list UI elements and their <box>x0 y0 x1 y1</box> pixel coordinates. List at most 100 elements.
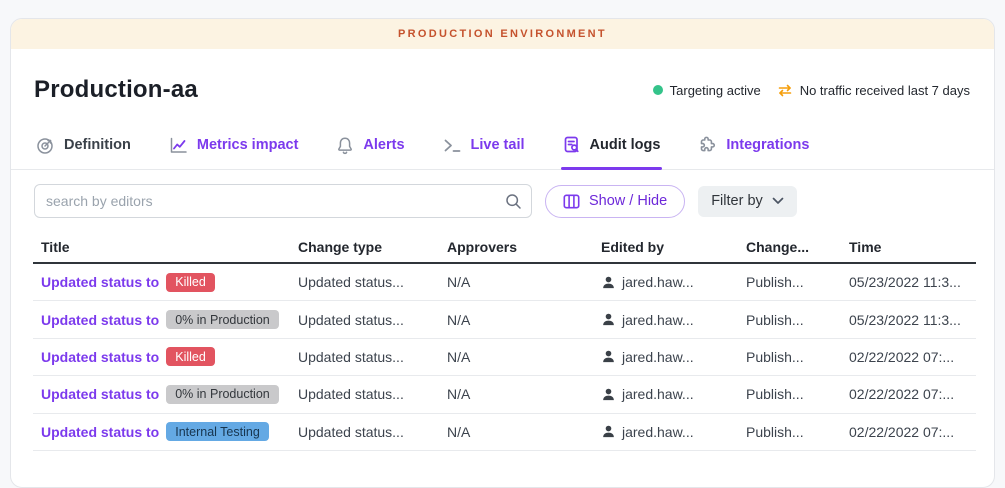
row-title-cell: Updated status to 0% in Production <box>33 385 290 404</box>
row-title-link[interactable]: Updated status to <box>41 424 159 440</box>
edited-by-cell: jared.haw... <box>593 312 738 328</box>
column-header-approvers: Approvers <box>439 239 593 255</box>
target-icon <box>36 136 55 155</box>
row-title-link[interactable]: Updated status to <box>41 386 159 402</box>
change-type-cell: Updated status... <box>290 424 439 440</box>
change-cell: Publish... <box>738 349 841 365</box>
edited-by-cell: jared.haw... <box>593 349 738 365</box>
time-cell: 02/22/2022 07:... <box>841 349 976 365</box>
status-badge: 0% in Production <box>166 385 279 404</box>
search-field <box>34 184 532 218</box>
search-icon <box>505 193 522 210</box>
change-type-cell: Updated status... <box>290 386 439 402</box>
status-badge: Killed <box>166 347 215 366</box>
green-status-dot-icon <box>653 85 663 95</box>
tab-integrations[interactable]: Integrations <box>696 133 811 169</box>
approvers-cell: N/A <box>439 386 593 402</box>
change-type-cell: Updated status... <box>290 349 439 365</box>
tab-audit-logs[interactable]: Audit logs <box>561 133 663 169</box>
terminal-icon <box>443 138 462 153</box>
chevron-down-icon <box>772 197 784 205</box>
show-hide-label: Show / Hide <box>589 193 667 209</box>
banner-label: PRODUCTION ENVIRONMENT <box>398 28 607 40</box>
tab-metrics-impact[interactable]: Metrics impact <box>167 133 301 169</box>
puzzle-icon <box>698 136 717 155</box>
targeting-status-label: Targeting active <box>670 83 761 98</box>
targeting-status: Targeting active <box>653 83 761 98</box>
status-badge: Killed <box>166 273 215 292</box>
person-icon <box>601 349 616 364</box>
time-cell: 05/23/2022 11:3... <box>841 274 976 290</box>
table-row[interactable]: Updated status to 0% in Production Updat… <box>33 376 976 413</box>
approvers-cell: N/A <box>439 274 593 290</box>
time-cell: 02/22/2022 07:... <box>841 386 976 402</box>
approvers-cell: N/A <box>439 424 593 440</box>
tab-alerts[interactable]: Alerts <box>334 133 406 169</box>
column-header-change-type: Change type <box>290 239 439 255</box>
column-header-edited-by: Edited by <box>593 239 738 255</box>
time-cell: 02/22/2022 07:... <box>841 424 976 440</box>
card-header: Production-aa Targeting active No traffi… <box>11 49 994 104</box>
approvers-cell: N/A <box>439 349 593 365</box>
editor-name: jared.haw... <box>622 274 694 290</box>
column-header-time: Time <box>841 239 976 255</box>
editor-name: jared.haw... <box>622 312 694 328</box>
columns-icon <box>563 194 580 209</box>
traffic-status-label: No traffic received last 7 days <box>800 83 970 98</box>
change-cell: Publish... <box>738 312 841 328</box>
bell-icon <box>336 136 354 155</box>
audit-log-table: Title Change type Approvers Edited by Ch… <box>33 231 976 451</box>
filter-by-button[interactable]: Filter by <box>698 186 797 217</box>
person-icon <box>601 424 616 439</box>
tab-definition[interactable]: Definition <box>34 133 133 169</box>
table-row[interactable]: Updated status to Killed Updated status.… <box>33 264 976 301</box>
edited-by-cell: jared.haw... <box>593 386 738 402</box>
change-cell: Publish... <box>738 386 841 402</box>
column-header-title: Title <box>33 239 290 255</box>
editor-name: jared.haw... <box>622 424 694 440</box>
tab-label: Integrations <box>726 137 809 153</box>
status-badge: 0% in Production <box>166 310 279 329</box>
chart-line-icon <box>169 137 188 154</box>
traffic-status: No traffic received last 7 days <box>777 83 970 98</box>
tab-label: Definition <box>64 137 131 153</box>
show-hide-button[interactable]: Show / Hide <box>545 185 685 218</box>
row-title-link[interactable]: Updated status to <box>41 349 159 365</box>
change-cell: Publish... <box>738 424 841 440</box>
search-input[interactable] <box>34 184 532 218</box>
edited-by-cell: jared.haw... <box>593 274 738 290</box>
tab-label: Alerts <box>363 137 404 153</box>
change-type-cell: Updated status... <box>290 274 439 290</box>
environment-card: PRODUCTION ENVIRONMENT Production-aa Tar… <box>10 18 995 488</box>
row-title-cell: Updated status to Internal Testing <box>33 422 290 441</box>
filter-by-label: Filter by <box>711 193 763 209</box>
traffic-arrows-icon <box>777 84 793 97</box>
change-cell: Publish... <box>738 274 841 290</box>
row-title-cell: Updated status to Killed <box>33 347 290 366</box>
tab-label: Audit logs <box>590 137 661 153</box>
approvers-cell: N/A <box>439 312 593 328</box>
editor-name: jared.haw... <box>622 349 694 365</box>
tab-bar: Definition Metrics impact Alerts <box>11 133 994 170</box>
row-title-cell: Updated status to Killed <box>33 273 290 292</box>
tab-label: Live tail <box>471 137 525 153</box>
column-header-change: Change... <box>738 239 841 255</box>
production-environment-banner: PRODUCTION ENVIRONMENT <box>11 19 994 49</box>
change-type-cell: Updated status... <box>290 312 439 328</box>
tab-live-tail[interactable]: Live tail <box>441 133 527 169</box>
tab-label: Metrics impact <box>197 137 299 153</box>
row-title-link[interactable]: Updated status to <box>41 312 159 328</box>
toolbar: Show / Hide Filter by <box>11 184 994 218</box>
person-icon <box>601 387 616 402</box>
edited-by-cell: jared.haw... <box>593 424 738 440</box>
row-title-link[interactable]: Updated status to <box>41 274 159 290</box>
status-badge: Internal Testing <box>166 422 269 441</box>
person-icon <box>601 312 616 327</box>
table-row[interactable]: Updated status to Internal Testing Updat… <box>33 414 976 451</box>
person-icon <box>601 275 616 290</box>
table-row[interactable]: Updated status to Killed Updated status.… <box>33 339 976 376</box>
table-header-row: Title Change type Approvers Edited by Ch… <box>33 231 976 264</box>
row-title-cell: Updated status to 0% in Production <box>33 310 290 329</box>
table-row[interactable]: Updated status to 0% in Production Updat… <box>33 301 976 338</box>
audit-log-icon <box>563 135 581 155</box>
